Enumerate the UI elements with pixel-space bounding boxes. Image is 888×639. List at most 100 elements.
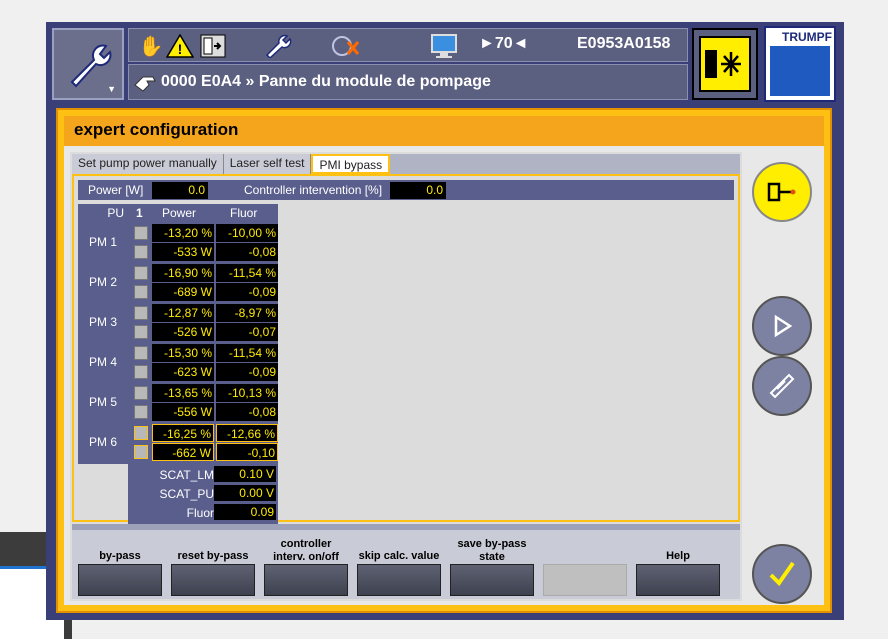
help-label: Help [666, 550, 690, 562]
brand-logo-text: TRUMPF [782, 30, 832, 44]
exit-icon [767, 182, 796, 202]
laser-status-button[interactable] [692, 28, 758, 100]
hand-stop-icon[interactable]: ✋ [139, 33, 164, 59]
tab-pmi-bypass[interactable]: PMI bypass [311, 154, 391, 174]
power-watt-value: -526 W [152, 323, 214, 341]
pm-label: PM 1 [88, 235, 117, 249]
error-message: 0000 E0A4 » Panne du module de pompage [161, 73, 491, 90]
fluor-percent-value: -12,66 % [216, 424, 278, 442]
power-watt-value: -689 W [152, 283, 214, 301]
power-percent-value: -16,25 % [152, 424, 214, 442]
cancel-button[interactable] [752, 356, 812, 416]
pm-label: PM 3 [88, 315, 117, 329]
bypass-checkbox-power[interactable] [134, 426, 148, 440]
bypass-checkbox-power[interactable] [134, 346, 148, 360]
bypass-checkbox-fluor[interactable] [134, 405, 148, 419]
col-header-fluor: Fluor [230, 206, 258, 220]
scat-pu-label: SCAT_PU [159, 487, 214, 501]
col-header-pu: PU [107, 206, 124, 220]
exit-button[interactable] [752, 162, 812, 222]
main-frame: expert configuration Set pump power manu… [56, 108, 832, 613]
scat-lm-label: SCAT_LM [159, 468, 214, 482]
save-bypass-button[interactable] [450, 564, 534, 596]
hand-message-icon [134, 76, 156, 92]
fluor-percent-value: -8,97 % [216, 304, 278, 322]
bypass-checkbox-power[interactable] [134, 306, 148, 320]
bypass-checkbox-fluor[interactable] [134, 285, 148, 299]
fluor-voltage-value: -0,08 [216, 243, 278, 261]
controller-interv-label: controller interv. on/off [273, 538, 339, 563]
warning-icon[interactable]: ! [165, 33, 195, 59]
bypass-checkbox-power[interactable] [134, 226, 148, 240]
pm-label: PM 4 [88, 355, 117, 369]
tools-menu-button[interactable]: ▼ [52, 28, 124, 100]
pump-module-table: PU 1 Power Fluor SCAT_LM 0.10 V SCAT_PU … [78, 204, 278, 524]
power-watt-value: -623 W [152, 363, 214, 381]
bypass-checkbox-power[interactable] [134, 386, 148, 400]
play-icon [774, 314, 793, 338]
monitor-icon[interactable] [429, 33, 459, 59]
power-percent-value: -16,90 % [152, 264, 214, 282]
col-header-1: 1 [136, 206, 143, 220]
fluor-percent-value: -11,54 % [216, 344, 278, 362]
tab-set-pump-power[interactable]: Set pump power manually [72, 154, 224, 174]
fluor-voltage-value: -0,08 [216, 403, 278, 421]
fluor-percent-value: -10,00 % [216, 224, 278, 242]
power-watt-value: -533 W [152, 243, 214, 261]
fluor-value: 0.09 [214, 504, 276, 520]
tab-laser-self-test[interactable]: Laser self test [223, 154, 312, 174]
tool-disabled-icon[interactable] [329, 33, 363, 59]
tab-bar: Set pump power manually Laser self test … [72, 154, 740, 174]
bypass-checkbox-fluor[interactable] [134, 365, 148, 379]
reset-bypass-button[interactable] [171, 564, 255, 596]
pm-label: PM 2 [88, 275, 117, 289]
skip-calc-button[interactable] [357, 564, 441, 596]
power-summary-row: Power [W] 0.0 Controller intervention [%… [78, 180, 734, 200]
skip-calc-label: skip calc. value [358, 550, 440, 562]
scat-lm-value: 0.10 V [214, 466, 276, 482]
hmi-window: ▼ ✋ ! ►70◄ E0953A0158 0000 E0A4 » Panne … [46, 22, 844, 620]
function-button-bar: by-pass reset by-pass controller interv.… [72, 524, 740, 599]
power-percent-value: -12,87 % [152, 304, 214, 322]
bypass-button[interactable] [78, 564, 162, 596]
wrench-icon[interactable] [263, 33, 293, 59]
message-bar[interactable]: 0000 E0A4 » Panne du module de pompage [128, 64, 688, 100]
status-bar: ✋ ! ►70◄ E0953A0158 [128, 28, 688, 62]
bypass-checkbox-fluor[interactable] [134, 445, 148, 459]
power-value: 0.0 [152, 182, 208, 199]
power-watt-value: -662 W [152, 443, 214, 461]
svg-text:!: ! [178, 41, 183, 57]
empty-button [543, 564, 627, 596]
bypass-checkbox-power[interactable] [134, 266, 148, 280]
door-icon[interactable] [199, 33, 227, 59]
power-percent-value: -13,20 % [152, 224, 214, 242]
bypass-checkbox-fluor[interactable] [134, 325, 148, 339]
check-icon [769, 561, 795, 587]
bypass-checkbox-fluor[interactable] [134, 245, 148, 259]
wrench-icon [70, 44, 112, 88]
fluor-percent-value: -11,54 % [216, 264, 278, 282]
next-button[interactable] [752, 296, 812, 356]
content-area: Set pump power manually Laser self test … [70, 152, 742, 601]
scat-pu-value: 0.00 V [214, 485, 276, 501]
help-button[interactable] [636, 564, 720, 596]
confirm-button[interactable] [752, 544, 812, 604]
fluor-voltage-value: -0,09 [216, 283, 278, 301]
pm-label: PM 5 [88, 395, 117, 409]
power-label: Power [W] [88, 183, 144, 197]
reset-bypass-label: reset by-pass [177, 550, 249, 562]
pmi-bypass-panel: Power [W] 0.0 Controller intervention [%… [72, 174, 740, 524]
power-percent-value: -15,30 % [152, 344, 214, 362]
col-header-power: Power [162, 206, 197, 220]
power-percent-value: -13,65 % [152, 384, 214, 402]
controller-intervention-value: 0.0 [390, 182, 446, 199]
fluor-voltage-value: -0,10 [216, 443, 278, 461]
power-watt-value: -556 W [152, 403, 214, 421]
fluor-voltage-value: -0,09 [216, 363, 278, 381]
brand-logo: TRUMPF [764, 26, 836, 102]
machine-id: E0953A0158 [577, 35, 671, 52]
fluor-voltage-value: -0,07 [216, 323, 278, 341]
slash-icon [769, 373, 795, 399]
frame-inner: expert configuration Set pump power manu… [64, 116, 824, 605]
controller-interv-button[interactable] [264, 564, 348, 596]
